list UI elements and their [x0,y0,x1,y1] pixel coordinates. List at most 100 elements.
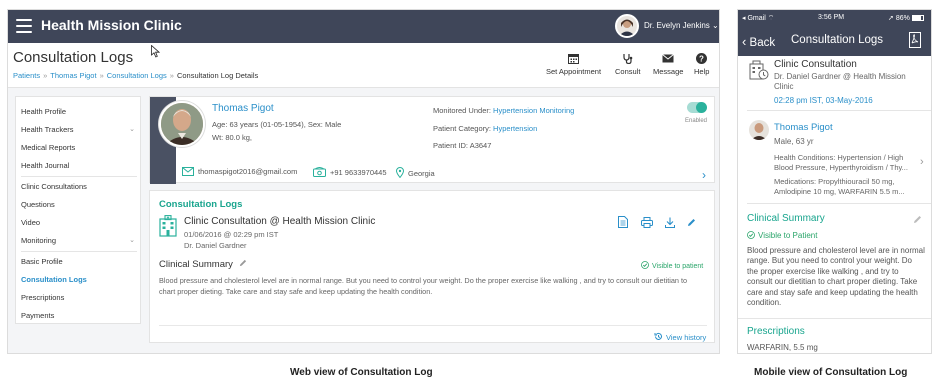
enabled-toggle[interactable] [687,102,707,113]
sidebar-item-label: Health Trackers [21,125,74,134]
sidebar-item-clinic-consultations[interactable]: Clinic Consultations [21,182,137,191]
location-pin-icon [395,167,405,179]
clinic-building-icon [159,215,177,237]
sidebar-item-monitoring[interactable]: Monitoring ⌄ [21,236,137,245]
patient-category: Patient Category: Hypertension [433,124,537,133]
check-circle-icon [641,261,649,269]
sidebar-item-prescriptions[interactable]: Prescriptions [21,293,137,302]
breadcrumb-patient[interactable]: Thomas Pigot [50,71,96,80]
chevron-down-icon: ⌄ [129,126,135,133]
clinical-summary-label: Clinical Summary [159,259,233,270]
divider [747,110,931,111]
category-value[interactable]: Hypertension [493,124,537,133]
breadcrumb-consultation-logs[interactable]: Consultation Logs [107,71,167,80]
calendar-icon [568,54,580,64]
carrier-text: Gmail [747,15,766,22]
category-label: Patient Category: [433,124,491,133]
clinical-summary-heading: Clinical Summary [159,259,247,270]
message-button[interactable]: Message [653,53,683,76]
back-button[interactable]: ‹ Back [742,34,775,49]
carrier-label: ◂ Gmail ⌔ [742,15,775,22]
monitored-value[interactable]: Hypertension Monitoring [493,106,574,115]
breadcrumb-separator: » [99,71,104,80]
check-circle-icon [747,231,755,239]
phone-value: +91 9633970445 [330,168,387,177]
health-conditions: Health Conditions: Hypertension / High B… [774,153,908,172]
breadcrumb-current: Consultation Log Details [176,71,259,80]
patient-name[interactable]: Thomas Pigot [212,103,274,114]
consultation-datetime: 01/06/2016 @ 02:29 pm IST [184,230,279,239]
divider [159,325,707,326]
chevron-right-icon[interactable]: › [702,168,706,182]
patient-location: Georgia [395,167,435,179]
toggle-knob [696,102,707,113]
sidebar-item-video[interactable]: Video [21,218,137,227]
consult-title: Clinic Consultation [774,59,857,70]
sidebar-divider [21,176,137,177]
consultation-doctor: Dr. Daniel Gardner [184,241,247,250]
pdf-icon[interactable] [909,32,921,48]
view-history-label: View history [666,333,707,342]
edit-icon[interactable] [239,259,247,267]
edit-icon[interactable] [913,215,922,224]
print-icon[interactable] [641,217,653,228]
mobile-title: Consultation Logs [791,34,884,46]
sidebar-item-health-trackers[interactable]: Health Trackers ⌄ [21,125,137,134]
menu-icon[interactable] [16,19,32,33]
view-history-link[interactable]: View history [654,332,706,342]
patient-name[interactable]: Thomas Pigot [774,122,833,133]
wifi-icon: ⌔ [767,15,775,22]
chevron-right-icon[interactable]: › [920,156,924,168]
sidebar-item-medical-reports[interactable]: Medical Reports [21,143,137,152]
clinic-brand: Health Mission Clinic [41,17,182,33]
consult-button[interactable]: Consult [615,53,640,76]
patient-weight: Wt: 80.0 kg, [212,133,253,142]
svg-text:?: ? [699,55,704,64]
mobile-nav-bar: ‹ Back Consultation Logs [738,26,931,56]
edit-icon[interactable] [687,218,696,227]
sidebar-item-questions[interactable]: Questions [21,200,137,209]
document-icon[interactable] [618,216,628,228]
patient-id: Patient ID: A3647 [433,141,491,150]
enabled-label: Enabled [685,118,708,124]
email-value: thomaspigot2016@gmail.com [198,167,298,176]
mobile-view-caption: Mobile view of Consultation Log [754,367,908,378]
set-appointment-button[interactable]: Set Appointment [546,53,601,76]
sidebar-item-payments[interactable]: Payments [21,311,137,320]
breadcrumb-patients[interactable]: Patients [13,71,40,80]
battery: ➚ 86% [888,14,924,22]
patient-phone[interactable]: +91 9633970445 [313,167,387,177]
message-label: Message [653,67,684,76]
user-avatar[interactable] [615,14,639,38]
patient-info: Male, 63 yr [774,137,814,146]
help-button[interactable]: ? Help [694,53,709,76]
sidebar-item-basic-profile[interactable]: Basic Profile [21,257,137,266]
status-time: 3:56 PM [818,14,845,21]
battery-icon [911,15,924,21]
visibility-label: Visible to Patient [758,231,818,240]
visibility-badge: Visible to patient [641,261,703,270]
sidebar-item-health-profile[interactable]: Health Profile [21,107,137,116]
sidebar-item-consultation-logs[interactable]: Consultation Logs [21,275,137,284]
patient-email[interactable]: thomaspigot2016@gmail.com [182,167,297,176]
page-header: Consultation Logs Patients» Thomas Pigot»… [8,43,719,88]
patient-id-value: A3647 [469,141,492,150]
user-name[interactable]: Dr. Evelyn Jenkins ⌄ [644,21,719,30]
sidebar: Health Profile Health Trackers ⌄ Medical … [15,96,141,324]
clinical-summary-heading: Clinical Summary [747,213,825,224]
breadcrumb-separator: » [43,71,48,80]
battery-text: 86% [895,15,910,22]
consult-label: Consult [615,67,641,76]
sidebar-item-label: Monitoring [21,236,57,245]
location-value: Georgia [408,169,435,178]
web-view: Health Mission Clinic Dr. Evelyn Jenkins… [7,9,720,354]
visibility-badge: Visible to Patient [747,231,817,240]
help-label: Help [694,67,710,76]
back-chevron-icon: ‹ [742,34,747,49]
status-bar: ◂ Gmail ⌔ 3:56 PM ➚ 86% [738,10,931,26]
clinic-building-icon [749,60,769,80]
download-icon[interactable] [665,217,675,228]
patient-photo [749,120,769,140]
visibility-label: Visible to patient [652,263,704,270]
sidebar-item-health-journal[interactable]: Health Journal [21,161,137,170]
